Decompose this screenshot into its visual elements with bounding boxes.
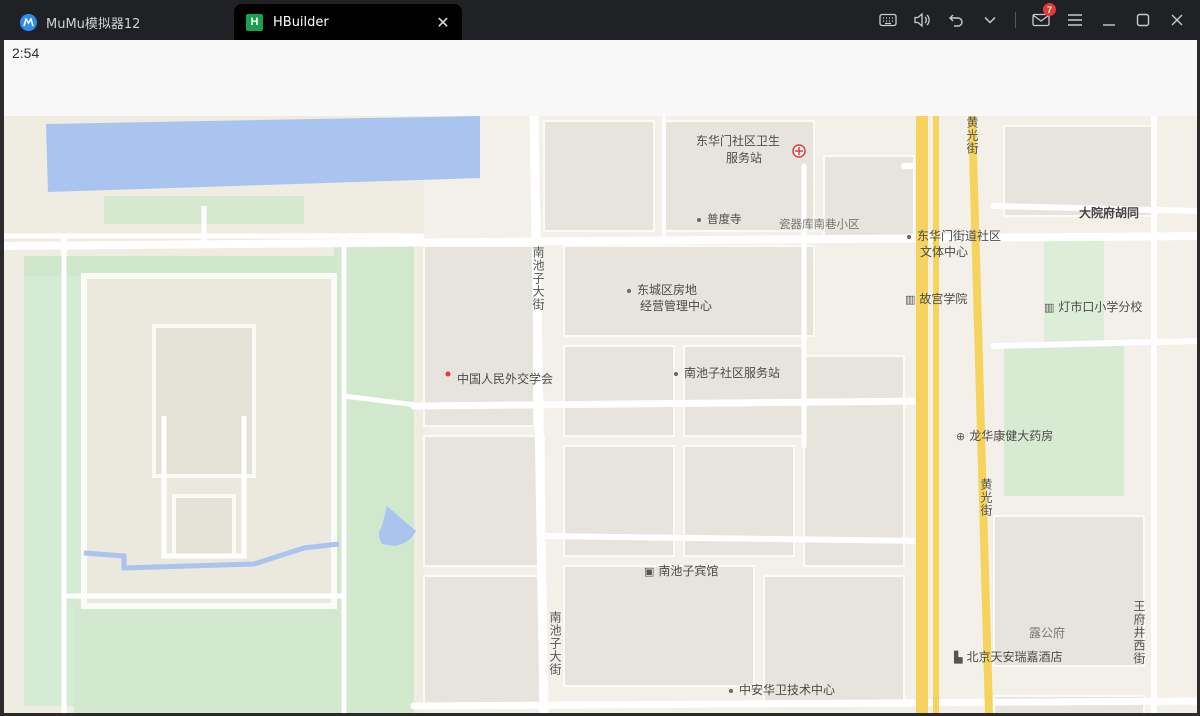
poi-nanchizi-hotel[interactable]: ▣ 南池子宾馆 [644,564,718,579]
mumu-logo-icon [20,13,37,31]
mail-icon[interactable]: 7 [1024,0,1058,40]
poi-label: 南池子宾馆 [658,564,719,578]
road-dayuanfu-hutong: 大院府胡同 [1079,206,1139,221]
poi-label: 故宫学院 [919,292,968,306]
school-icon: ▥ [905,293,916,306]
road-label: 王府井西街 [1132,600,1146,665]
road-huangguang-street-top: 黄光街 [964,116,979,155]
poi-label: 经营管理中心 [640,299,713,313]
keyboard-icon[interactable] [871,0,905,40]
poi-donghuamen-clinic[interactable]: 东华门社区卫生 [696,134,780,149]
toolbar-divider [1015,12,1016,28]
poi-label: 东华门街道社区 [917,229,1002,243]
tab-hbuilder[interactable]: H HBuilder ✕ [234,4,462,40]
tab-mumu-label: MuMu模拟器12 [46,16,141,32]
area-lugong-mansion: 露公府 [1029,626,1065,641]
poi-dot-icon [674,371,678,376]
tab-mumu[interactable]: MuMu模拟器12 [8,4,228,40]
poi-dot-icon [907,234,911,239]
poi-donghuamen-clinic-line2: 服务站 [726,151,762,166]
hbuilder-logo-icon: H [246,13,263,31]
hotel-building-icon: ▙ [954,651,963,664]
poi-dot-icon [729,688,733,693]
road-label: 大院府胡同 [1079,206,1140,220]
poi-label: 服务站 [726,151,763,165]
close-tab-icon[interactable]: ✕ [434,13,452,32]
road-huangguang-street: 黄光街 [978,478,993,517]
road-label: 黄光街 [979,478,993,517]
road-label: 南池子大街 [548,611,562,676]
mail-badge: 7 [1043,3,1056,16]
road-wangfujing-west: 王府井西街 [1131,600,1146,665]
map-view[interactable]: 东华门社区卫生 服务站 普度寺 瓷器库南巷小区 东城区房地 经营管理中心 南池子… [4,116,1197,713]
emulator-titlebar: MuMu模拟器12 H HBuilder ✕ 7 [0,0,1200,40]
pharmacy-icon: ⊕ [956,430,966,443]
poi-dengshikou-school[interactable]: ▥ 灯市口小学分校 [1044,300,1142,315]
poi-label: 东华门社区卫生 [696,134,781,148]
poi-zhongan-center[interactable]: 中安华卫技术中心 [729,683,835,698]
poi-diplomacy-society[interactable]: 中国人民外交学会 [457,372,553,387]
tab-hbuilder-label: HBuilder [273,14,329,30]
poi-dongcheng-housing-line2: 经营管理中心 [640,299,712,314]
hotel-icon: ▣ [644,565,655,578]
poi-tianan-hotel[interactable]: ▙ 北京天安瑞嘉酒店 [954,650,1062,665]
phone-screen: 2:54 东华门社区卫生 服务站 普度寺 瓷器库南巷小区 东城区房地 经营管理中… [4,40,1197,713]
poi-label: 中安华卫技术中心 [739,683,836,697]
poi-dongcheng-housing[interactable]: 东城区房地 [627,283,697,298]
poi-label: 龙华康健大药房 [969,429,1054,443]
map-canvas [4,116,1197,713]
menu-icon[interactable] [1058,0,1092,40]
area-label: 露公府 [1029,626,1066,640]
poi-label: 东城区房地 [637,283,698,297]
chevron-down-icon[interactable] [973,0,1007,40]
road-label: 黄光街 [965,116,979,155]
back-icon[interactable] [939,0,973,40]
poi-label: 灯市口小学分校 [1058,300,1143,314]
poi-pudu-temple[interactable]: 普度寺 [697,212,742,227]
poi-donghuamen-street-center-line2: 文体中心 [920,245,968,260]
poi-label: 普度寺 [707,212,742,226]
poi-dot-icon [697,217,701,222]
road-nanchizi-north: 南池子大街 [530,246,545,311]
maximize-icon[interactable] [1126,0,1160,40]
school-icon: ▥ [1044,301,1055,314]
poi-label: 中国人民外交学会 [457,372,554,386]
poi-label: 瓷器库南巷小区 [779,217,860,231]
poi-label: 北京天安瑞嘉酒店 [966,650,1063,664]
status-bar: 2:54 [4,40,1197,116]
poi-longhua-pharmacy[interactable]: ⊕ 龙华康健大药房 [956,429,1053,444]
poi-dot-icon [627,288,631,293]
poi-palace-college[interactable]: ▥ 故宫学院 [905,292,967,307]
poi-nanchizi-service[interactable]: 南池子社区服务站 [674,366,780,381]
road-nanchizi-south: 南池子大街 [547,611,562,676]
minimize-icon[interactable] [1092,0,1126,40]
road-label: 南池子大街 [531,246,545,311]
status-time: 2:54 [12,45,40,61]
volume-icon[interactable] [905,0,939,40]
poi-label: 南池子社区服务站 [684,366,781,380]
poi-donghuamen-street-center[interactable]: 东华门街道社区 [907,229,1001,244]
close-window-icon[interactable] [1160,0,1194,40]
poi-ciqiku-community[interactable]: 瓷器库南巷小区 [779,217,860,232]
poi-label: 文体中心 [920,245,969,259]
